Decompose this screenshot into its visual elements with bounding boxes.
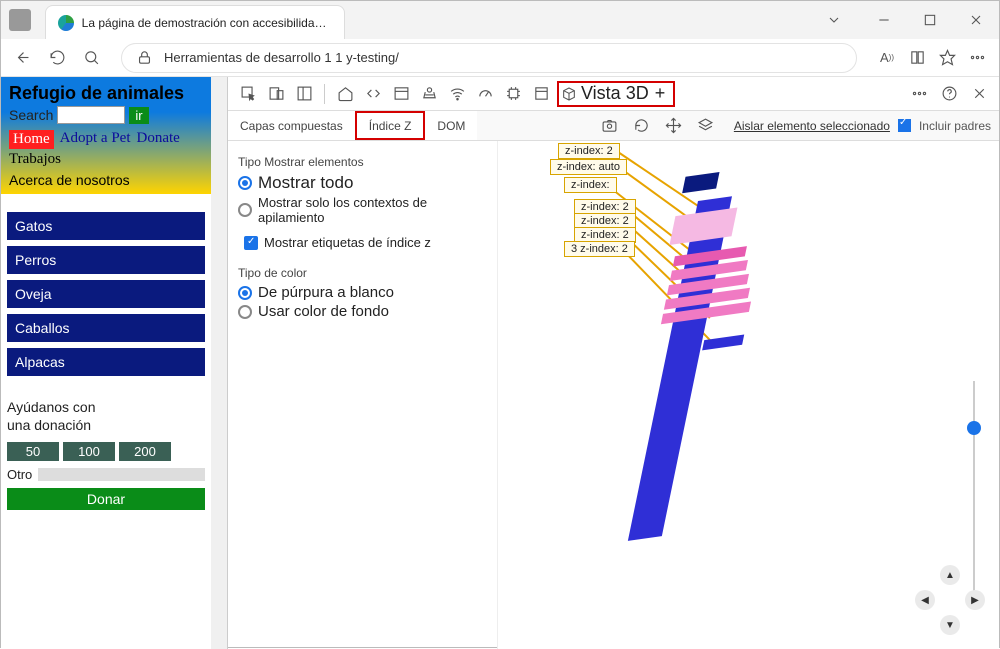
minimize-button[interactable] [861, 1, 907, 39]
console-icon[interactable] [389, 82, 413, 106]
devtools-toolbar: Vista 3D + [228, 77, 999, 111]
opt-color-background[interactable]: Usar color de fondo [238, 303, 487, 320]
welcome-icon[interactable] [333, 82, 357, 106]
donation-heading2: una donación [7, 416, 205, 434]
rotate-up[interactable]: ▲ [940, 565, 960, 585]
browser-tab[interactable]: La página de demostración con accesibili… [45, 5, 345, 39]
tab-capas[interactable]: Capas compuestas [228, 111, 355, 140]
profile-avatar[interactable] [9, 9, 31, 31]
nav-home[interactable]: Home [9, 130, 54, 149]
layers-icon[interactable] [694, 114, 718, 138]
opt-show-stacking[interactable]: Mostrar solo los contextos de apilamient… [238, 195, 487, 225]
tab-title: La página de demostración con accesibili… [82, 16, 332, 30]
application-icon[interactable] [529, 82, 553, 106]
donation-box: Ayúdanos con una donación 50 100 200 Otr… [1, 388, 211, 520]
dock-icon[interactable] [292, 82, 316, 106]
reset-view-icon[interactable] [630, 114, 654, 138]
cube-icon [561, 86, 577, 102]
rotate-left[interactable]: ◀ [915, 590, 935, 610]
sources-icon[interactable] [417, 82, 441, 106]
help-icon[interactable] [937, 82, 961, 106]
include-parents-checkbox[interactable] [898, 119, 911, 132]
zoom-knob[interactable] [967, 421, 981, 435]
reader-icon[interactable] [907, 48, 927, 68]
z-label: z-index: [564, 177, 617, 193]
address-box[interactable]: Herramientas de desarrollo 1 1 y-testing… [121, 43, 857, 73]
z-label: z-index: 2 [558, 143, 620, 159]
more-icon[interactable] [967, 48, 987, 68]
cat-link[interactable]: Gatos [7, 212, 205, 240]
memory-icon[interactable] [501, 82, 525, 106]
devtools-more-icon[interactable] [907, 82, 931, 106]
refresh-button[interactable] [47, 48, 67, 68]
page-title: Refugio de animales [9, 83, 203, 104]
favorite-icon[interactable] [937, 48, 957, 68]
pan-icon[interactable] [662, 114, 686, 138]
cat-link[interactable]: Perros [7, 246, 205, 274]
back-button[interactable] [13, 48, 33, 68]
donate-other-input[interactable] [38, 468, 205, 481]
view-controls: Tipo Mostrar elementos Mostrar todo Most… [228, 141, 498, 649]
search-go-button[interactable]: ir [129, 107, 148, 124]
cat-link[interactable]: Caballos [7, 314, 205, 342]
opt-show-labels[interactable]: Mostrar etiquetas de índice z [244, 235, 487, 250]
category-list: Gatos Perros Oveja Caballos Alpacas [1, 212, 211, 376]
cat-link[interactable]: Oveja [7, 280, 205, 308]
performance-icon[interactable] [473, 82, 497, 106]
vista-3d-tab[interactable]: Vista 3D + [557, 81, 675, 107]
opt-show-all[interactable]: Mostrar todo [238, 173, 487, 193]
inspect-icon[interactable] [236, 82, 260, 106]
read-aloud-icon[interactable]: A)) [877, 48, 897, 68]
section-color-type: Tipo de color [238, 266, 487, 280]
donate-other-label: Otro [7, 467, 32, 482]
lock-icon [134, 48, 154, 68]
section-show-elements: Tipo Mostrar elementos [238, 155, 487, 169]
include-parents-label: Incluir padres [919, 119, 991, 133]
close-button[interactable] [953, 1, 999, 39]
maximize-button[interactable] [907, 1, 953, 39]
elements-icon[interactable] [361, 82, 385, 106]
rendered-page: Refugio de animales Search ir Home Adopt… [1, 77, 211, 649]
plus-icon: + [655, 83, 666, 104]
nav-about[interactable]: Acerca de nosotros [9, 172, 203, 188]
network-icon[interactable] [445, 82, 469, 106]
search-label: Search [9, 107, 53, 123]
vista-3d-label: Vista 3D [581, 83, 649, 104]
edge-icon [58, 15, 74, 31]
devtools-close-icon[interactable] [967, 82, 991, 106]
vista3d-tabs: Capas compuestas Índice Z DOM Aislar ele… [228, 111, 999, 141]
nav-donate[interactable]: Donate [137, 130, 180, 149]
url-text: Herramientas de desarrollo 1 1 y-testing… [164, 50, 399, 65]
tab-indice-z[interactable]: Índice Z [355, 111, 426, 140]
nav-jobs[interactable]: Trabajos [9, 151, 61, 168]
page-scrollbar[interactable] [211, 77, 227, 649]
tab-dom[interactable]: DOM [425, 111, 477, 140]
donate-amount[interactable]: 50 [7, 442, 59, 461]
donate-amount[interactable]: 100 [63, 442, 115, 461]
rotate-right[interactable]: ▶ [965, 590, 985, 610]
window-titlebar: La página de demostración con accesibili… [1, 1, 999, 39]
cat-link[interactable]: Alpacas [7, 348, 205, 376]
search-button[interactable] [81, 48, 101, 68]
donate-button[interactable]: Donar [7, 488, 205, 510]
z-label: z-index: auto [550, 159, 627, 175]
isolate-element-link[interactable]: Aislar elemento seleccionado [734, 119, 890, 133]
3d-viewport[interactable]: z-index: 2 z-index: auto z-index: z-inde… [498, 141, 999, 649]
devtools-panel: Vista 3D + Capas compuestas Índice Z DOM… [227, 77, 999, 649]
device-icon[interactable] [264, 82, 288, 106]
opt-color-purple-white[interactable]: De púrpura a blanco [238, 284, 487, 301]
z-label: 3 z-index: 2 [564, 241, 635, 257]
tabs-chevron-icon[interactable] [811, 1, 857, 39]
screenshot-icon[interactable] [598, 114, 622, 138]
donation-heading1: Ayúdanos con [7, 398, 205, 416]
nav-adopt[interactable]: Adopt a Pet [60, 130, 131, 149]
url-bar: Herramientas de desarrollo 1 1 y-testing… [1, 39, 999, 77]
rotate-down[interactable]: ▼ [940, 615, 960, 635]
rotation-dpad: ▲ ▼ ◀ ▶ [915, 565, 985, 635]
search-input[interactable] [57, 106, 125, 124]
donate-amount[interactable]: 200 [119, 442, 171, 461]
